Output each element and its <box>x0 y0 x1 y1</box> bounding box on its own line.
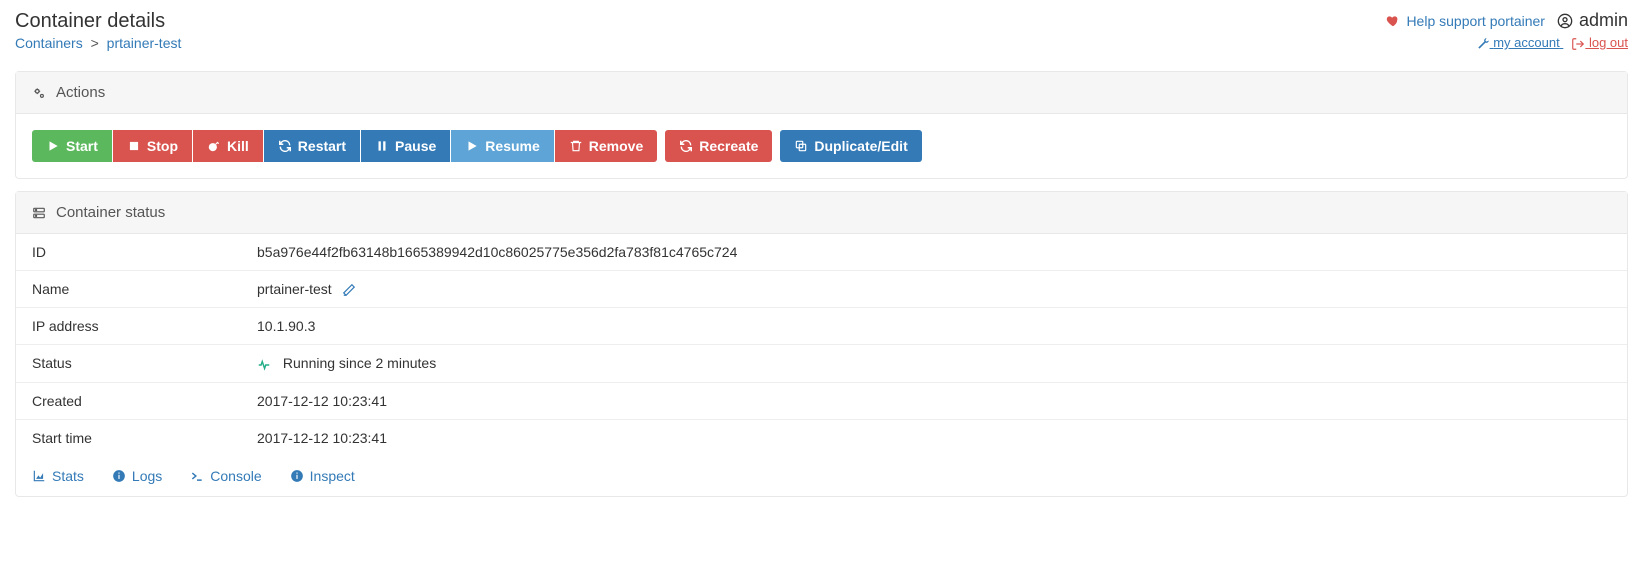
created-value: 2017-12-12 10:23:41 <box>241 382 1627 419</box>
edit-name-link[interactable] <box>342 281 356 297</box>
start-time-label: Start time <box>16 419 241 456</box>
start-label: Start <box>66 138 98 154</box>
pause-icon <box>375 139 389 153</box>
my-account-label: my account <box>1493 35 1559 50</box>
logs-label: Logs <box>132 468 162 484</box>
status-table: ID b5a976e44f2fb63148b1665389942d10c8602… <box>16 234 1627 456</box>
stats-label: Stats <box>52 468 84 484</box>
created-label: Created <box>16 382 241 419</box>
table-row: IP address 10.1.90.3 <box>16 308 1627 345</box>
username: admin <box>1579 10 1628 31</box>
recreate-label: Recreate <box>699 138 758 154</box>
breadcrumb-sep: > <box>91 35 99 51</box>
area-chart-icon <box>32 469 46 483</box>
duplicate-edit-button[interactable]: Duplicate/Edit <box>780 130 921 162</box>
status-label: Status <box>16 345 241 382</box>
start-button[interactable]: Start <box>32 130 112 162</box>
sign-out-icon <box>1571 37 1585 51</box>
table-row: ID b5a976e44f2fb63148b1665389942d10c8602… <box>16 234 1627 271</box>
status-panel-heading: Container status <box>16 192 1627 234</box>
stop-label: Stop <box>147 138 178 154</box>
my-account-link[interactable]: my account <box>1476 35 1564 50</box>
actions-button-group: Start Stop Kill Restart Pause <box>32 130 1611 162</box>
status-panel: Container status ID b5a976e44f2fb63148b1… <box>15 191 1628 497</box>
table-row: Status Running since 2 minutes <box>16 345 1627 382</box>
restart-button[interactable]: Restart <box>264 130 360 162</box>
recreate-button[interactable]: Recreate <box>665 130 772 162</box>
ip-value: 10.1.90.3 <box>241 308 1627 345</box>
id-value: b5a976e44f2fb63148b1665389942d10c8602577… <box>241 234 1627 271</box>
start-time-value: 2017-12-12 10:23:41 <box>241 419 1627 456</box>
help-support-link[interactable]: Help support portainer <box>1386 13 1545 29</box>
play-icon <box>465 139 479 153</box>
breadcrumb-root[interactable]: Containers <box>15 35 83 51</box>
inspect-label: Inspect <box>310 468 355 484</box>
table-row: Created 2017-12-12 10:23:41 <box>16 382 1627 419</box>
remove-label: Remove <box>589 138 643 154</box>
page-title: Container details <box>15 10 181 33</box>
pause-label: Pause <box>395 138 436 154</box>
log-out-link[interactable]: log out <box>1571 35 1628 50</box>
stop-icon <box>127 139 141 153</box>
copy-icon <box>794 139 808 153</box>
resume-label: Resume <box>485 138 539 154</box>
bomb-icon <box>207 139 221 153</box>
name-label: Name <box>16 271 241 308</box>
pencil-icon <box>342 283 356 297</box>
pause-button[interactable]: Pause <box>361 130 450 162</box>
stop-button[interactable]: Stop <box>113 130 192 162</box>
inspect-link[interactable]: Inspect <box>290 468 355 484</box>
resume-button[interactable]: Resume <box>451 130 553 162</box>
logs-link[interactable]: Logs <box>112 468 162 484</box>
console-label: Console <box>210 468 261 484</box>
restart-label: Restart <box>298 138 346 154</box>
actions-title: Actions <box>56 84 105 101</box>
refresh-icon <box>278 139 292 153</box>
kill-label: Kill <box>227 138 249 154</box>
server-icon <box>32 206 46 220</box>
status-title: Container status <box>56 204 165 221</box>
actions-panel-heading: Actions <box>16 72 1627 114</box>
info-icon <box>290 469 304 483</box>
heart-icon <box>1386 14 1400 28</box>
actions-panel: Actions Start Stop Kill Restart <box>15 71 1628 179</box>
breadcrumb: Containers > prtainer-test <box>15 35 181 51</box>
refresh-icon <box>679 139 693 153</box>
console-link[interactable]: Console <box>190 468 261 484</box>
ip-label: IP address <box>16 308 241 345</box>
wrench-icon <box>1476 37 1490 51</box>
breadcrumb-current[interactable]: prtainer-test <box>107 35 182 51</box>
page-header: Container details Containers > prtainer-… <box>15 0 1628 59</box>
kill-button[interactable]: Kill <box>193 130 263 162</box>
help-support-label: Help support portainer <box>1406 13 1545 29</box>
table-row: Name prtainer-test <box>16 271 1627 308</box>
play-icon <box>46 139 60 153</box>
remove-button[interactable]: Remove <box>555 130 657 162</box>
user-icon <box>1557 13 1573 29</box>
cogs-icon <box>32 86 46 100</box>
heartbeat-icon <box>257 355 275 371</box>
log-out-label: log out <box>1589 35 1628 50</box>
info-icon <box>112 469 126 483</box>
table-row: Start time 2017-12-12 10:23:41 <box>16 419 1627 456</box>
duplicate-label: Duplicate/Edit <box>814 138 907 154</box>
status-value: Running since 2 minutes <box>283 355 436 371</box>
stats-link[interactable]: Stats <box>32 468 84 484</box>
terminal-icon <box>190 469 204 483</box>
name-value: prtainer-test <box>257 281 332 297</box>
user-info: admin <box>1557 10 1628 31</box>
id-label: ID <box>16 234 241 271</box>
trash-icon <box>569 139 583 153</box>
footer-links: Stats Logs Console Inspect <box>16 456 1627 496</box>
